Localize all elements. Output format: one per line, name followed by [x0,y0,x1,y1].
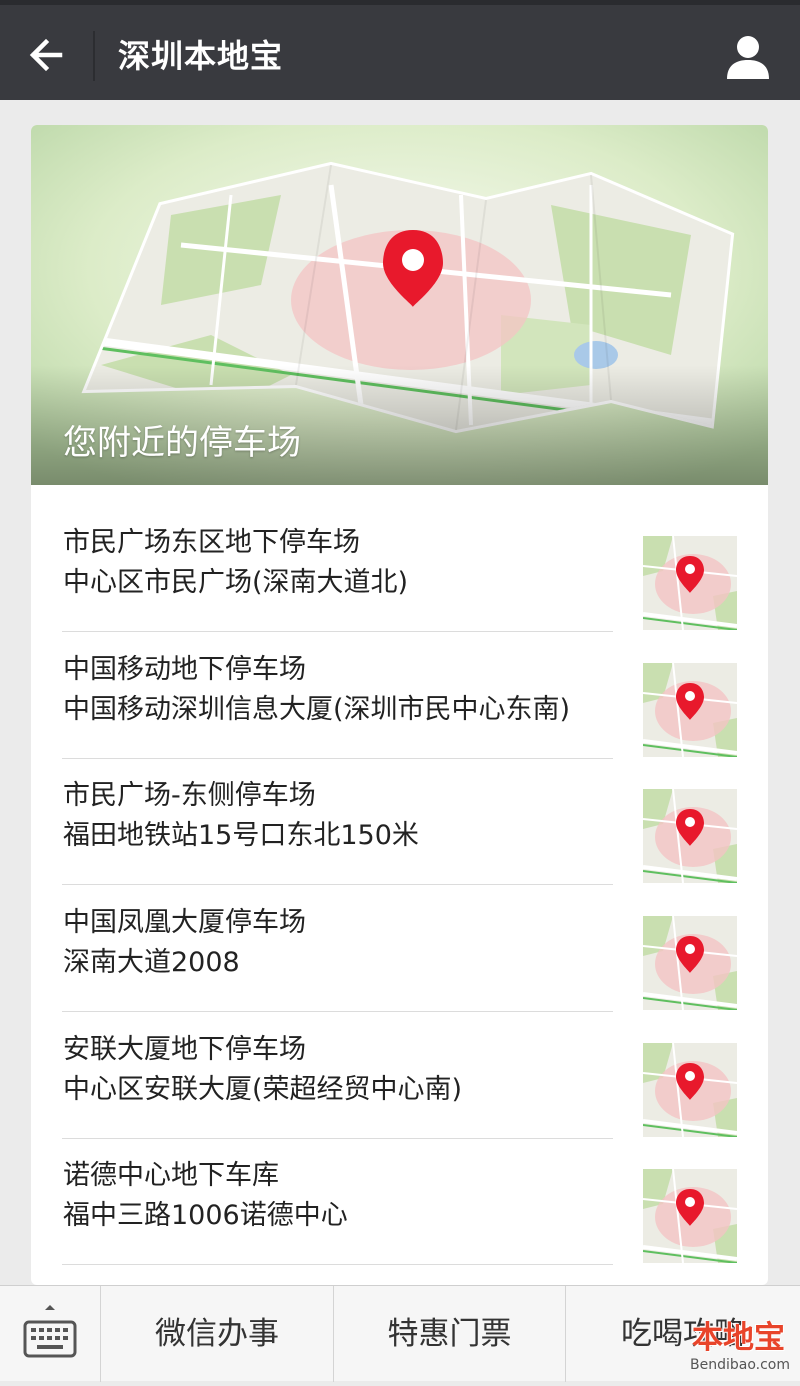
watermark: 本地宝 Bendibao.com [684,1318,800,1381]
parking-address: 深南大道2008 [63,947,240,978]
parking-name: 中国移动地下停车场 [63,654,306,685]
top-bar: 深圳本地宝 [0,0,800,100]
keyboard-icon [23,1305,77,1358]
nearby-parking-banner[interactable]: 您附近的停车场 [31,125,768,485]
map-thumbnail [642,1042,738,1138]
header-divider [93,31,95,81]
parking-name: 安联大厦地下停车场 [63,1034,306,1065]
parking-name: 市民广场东区地下停车场 [63,527,360,558]
watermark-url: Bendibao.com [690,1357,791,1373]
parking-name: 诺德中心地下车库 [63,1160,279,1191]
parking-list-item[interactable]: 诺德中心地下车库 福中三路1006诺德中心 [31,1138,768,1265]
parking-list-item[interactable]: 市民广场东区地下停车场 中心区市民广场(深南大道北) [31,505,768,632]
parking-list-item[interactable]: 中国移动地下停车场 中国移动深圳信息大厦(深圳市民中心东南) [31,632,768,759]
map-thumbnail [642,915,738,1011]
banner-title: 您附近的停车场 [63,423,301,463]
arrow-left-icon [29,38,63,72]
bottom-menu-bar: 微信办事 特惠门票 吃喝攻略 [0,1285,800,1382]
parking-card: 您附近的停车场 市民广场东区地下停车场 中心区市民广场(深南大道北) 中国移动地… [31,125,768,1285]
menu-discount-tickets[interactable]: 特惠门票 [334,1286,565,1382]
parking-address: 中心区安联大厦(荣超经贸中心南) [63,1074,463,1105]
map-thumbnail [642,535,738,631]
parking-name: 市民广场-东侧停车场 [63,780,316,811]
parking-address: 福中三路1006诺德中心 [63,1200,348,1231]
parking-list-item[interactable]: 市民广场-东侧停车场 福田地铁站15号口东北150米 [31,758,768,885]
user-icon [727,36,769,79]
watermark-logo: 本地宝 [692,1320,785,1356]
map-thumbnail [642,1168,738,1264]
parking-list-item[interactable]: 安联大厦地下停车场 中心区安联大厦(荣超经贸中心南) [31,1012,768,1139]
keyboard-toggle-button[interactable] [0,1286,100,1382]
parking-list-item[interactable]: 中国凤凰大厦停车场 深南大道2008 [31,885,768,1012]
back-button[interactable] [20,27,76,83]
parking-address: 中国移动深圳信息大厦(深圳市民中心东南) [63,694,571,725]
map-thumbnail [642,662,738,758]
parking-address: 福田地铁站15号口东北150米 [63,820,419,851]
parking-address: 中心区市民广场(深南大道北) [63,567,409,598]
page-title: 深圳本地宝 [118,37,284,75]
map-thumbnail [642,788,738,884]
parking-name: 中国凤凰大厦停车场 [63,907,306,938]
profile-button[interactable] [724,33,772,81]
parking-list-item-partial[interactable] [31,1265,768,1285]
menu-wechat-services[interactable]: 微信办事 [101,1286,333,1382]
